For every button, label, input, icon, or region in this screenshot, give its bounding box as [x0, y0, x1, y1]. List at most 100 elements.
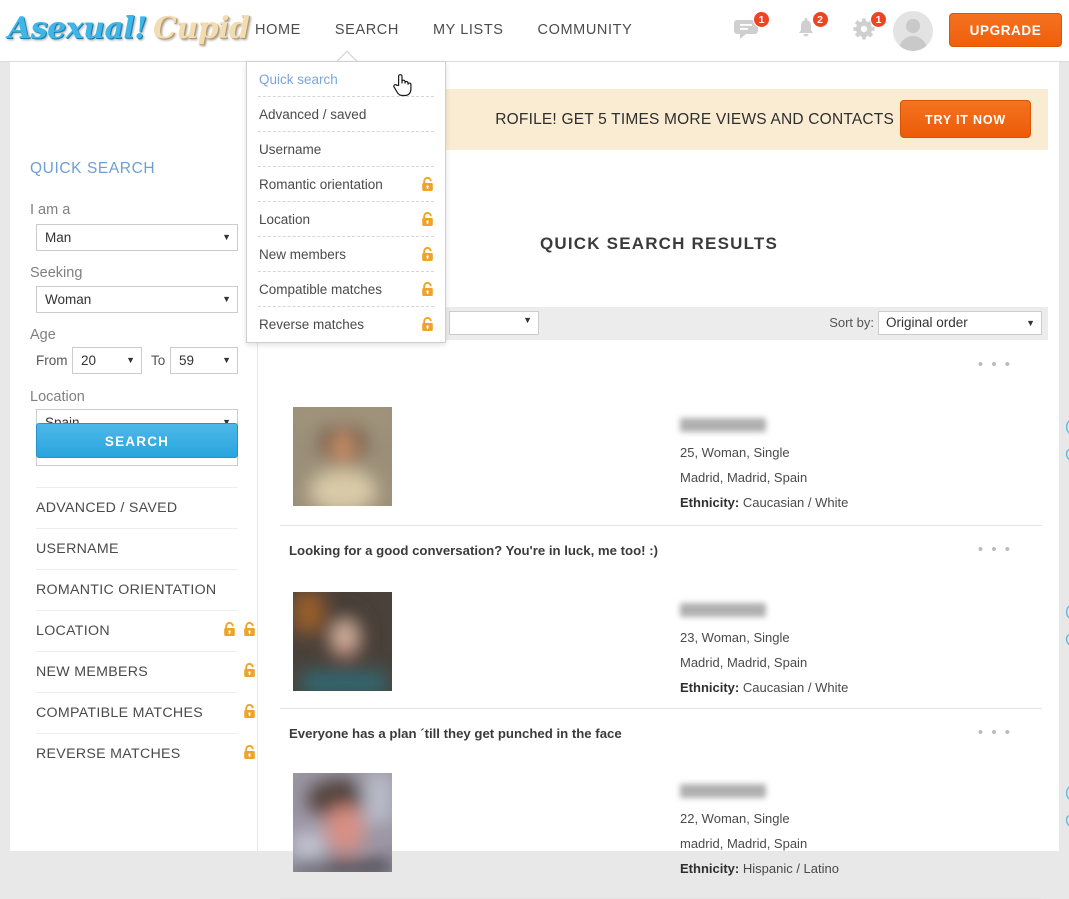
select-age-to[interactable]: 59 ▼	[170, 347, 238, 374]
result-ethnicity-label: Ethnicity:	[680, 680, 740, 695]
settings-gear-button[interactable]: 1	[851, 10, 887, 50]
dropdown-item-label: New members	[259, 247, 347, 262]
quick-search-sidebar: QUICK SEARCH I am a Man ▼ Seeking Woman …	[10, 62, 258, 851]
result-divider	[280, 525, 1042, 526]
result-photo[interactable]	[293, 773, 392, 872]
nav-item-home[interactable]: HOME	[238, 0, 318, 61]
result-photo[interactable]	[293, 407, 392, 506]
label-age-from: From	[36, 353, 68, 368]
nav-item-search[interactable]: SEARCH	[318, 0, 416, 61]
dropdown-item-label: Compatible matches	[259, 282, 383, 297]
avatar-head-shape	[906, 19, 920, 33]
sidebar-item-lock-group	[240, 663, 256, 704]
result-divider	[280, 708, 1042, 709]
wink-smiley-icon	[1065, 786, 1069, 800]
try-it-now-button[interactable]: TRY IT NOW	[900, 100, 1031, 138]
result-username-blurred[interactable]	[680, 418, 766, 432]
result-photo[interactable]	[293, 592, 392, 691]
result-location: Madrid, Madrid, Spain	[680, 470, 808, 485]
result-username-blurred[interactable]	[680, 784, 766, 798]
lock-icon	[422, 247, 433, 261]
result-ethnicity-value: Caucasian / White	[742, 495, 849, 510]
sidebar-item-compatible-matches[interactable]: COMPATIBLE MATCHES	[36, 692, 255, 733]
lock-icon	[244, 745, 255, 759]
result-info: 23, Woman, Single	[680, 630, 790, 645]
notifications-badge: 2	[811, 11, 829, 28]
avatar-body-shape	[899, 36, 927, 51]
dropdown-item-location[interactable]: Location	[258, 202, 434, 237]
result-location: Madrid, Madrid, Spain	[680, 655, 808, 670]
sidebar-item-lock-group	[240, 745, 256, 786]
messages-icon-button[interactable]: 1	[734, 10, 771, 50]
select-seeking[interactable]: Woman ▼	[36, 286, 238, 313]
dropdown-item-compatible-matches[interactable]: Compatible matches	[258, 272, 434, 307]
page-gutter-left	[0, 62, 10, 851]
sidebar-item-label: ROMANTIC ORIENTATION	[36, 582, 217, 598]
sidebar-item-label: REVERSE MATCHES	[36, 746, 181, 762]
lock-icon	[244, 704, 255, 718]
result-ethnicity-label: Ethnicity:	[680, 861, 740, 876]
sidebar-item-reverse-matches[interactable]: REVERSE MATCHES	[36, 733, 255, 774]
sidebar-item-label: ADVANCED / SAVED	[36, 500, 178, 516]
lock-icon	[244, 622, 255, 636]
lock-icon	[422, 282, 433, 296]
nav-item-my-lists[interactable]: MY LISTS	[416, 0, 521, 61]
sort-by-select[interactable]: Original order ▼	[878, 311, 1042, 335]
sidebar-item-label: COMPATIBLE MATCHES	[36, 705, 203, 721]
chevron-down-icon: ▼	[222, 232, 231, 242]
result-ethnicity: Ethnicity: Hispanic / Latino	[680, 861, 839, 876]
sidebar-item-label: LOCATION	[36, 623, 110, 639]
chevron-down-icon: ▼	[523, 315, 532, 325]
select-seeking-value: Woman	[45, 292, 92, 307]
sidebar-menu: ADVANCED / SAVED USERNAME ROMANTIC ORIEN…	[36, 487, 255, 774]
sidebar-item-label: NEW MEMBERS	[36, 664, 149, 680]
dropdown-item-reverse-matches[interactable]: Reverse matches	[258, 307, 434, 342]
wink-smiley-icon	[1065, 420, 1069, 434]
dropdown-item-advanced-saved[interactable]: Advanced / saved	[258, 97, 434, 132]
result-headline: Looking for a good conversation? You're …	[289, 543, 658, 558]
sidebar-item-new-members[interactable]: NEW MEMBERS	[36, 651, 255, 692]
result-more-options-button[interactable]: • • •	[978, 725, 1012, 740]
dropdown-item-label: Location	[259, 212, 311, 227]
filter-select[interactable]: ▼	[449, 311, 539, 335]
sidebar-item-location[interactable]: LOCATION	[36, 610, 255, 651]
result-info: 22, Woman, Single	[680, 811, 790, 826]
sidebar-item-advanced-saved[interactable]: ADVANCED / SAVED	[36, 487, 238, 528]
main-navigation: HOME SEARCH MY LISTS COMMUNITY	[238, 0, 649, 61]
select-age-from-value: 20	[81, 353, 97, 368]
notifications-bell-button[interactable]: 2	[793, 10, 829, 50]
result-more-options-button[interactable]: • • •	[978, 542, 1012, 557]
dropdown-item-new-members[interactable]: New members	[258, 237, 434, 272]
site-logo[interactable]: Asexual! Cupid	[8, 8, 250, 50]
result-more-options-button[interactable]: • • •	[978, 357, 1012, 372]
dropdown-item-username[interactable]: Username	[258, 132, 434, 167]
result-ethnicity-value: Hispanic / Latino	[742, 861, 839, 876]
blurred-profile-photo	[293, 407, 392, 506]
select-age-to-value: 59	[179, 353, 195, 368]
result-info: 25, Woman, Single	[680, 445, 790, 460]
lock-icon	[422, 317, 433, 331]
blurred-profile-photo	[293, 773, 392, 872]
search-dropdown-menu: Quick search Advanced / saved Username R…	[246, 61, 446, 343]
label-location: Location	[30, 389, 85, 405]
dropdown-item-romantic-orientation[interactable]: Romantic orientation	[258, 167, 434, 202]
user-avatar[interactable]	[893, 11, 933, 51]
chevron-down-icon: ▼	[1026, 318, 1035, 328]
pointer-hand-cursor	[393, 74, 412, 97]
search-button[interactable]: SEARCH	[36, 423, 238, 458]
result-headline: Everyone has a plan ´till they get punch…	[289, 726, 622, 741]
header-icon-group: 1 2 1	[714, 10, 887, 52]
select-i-am-a-value: Man	[45, 230, 72, 245]
label-seeking: Seeking	[30, 265, 83, 281]
sidebar-item-romantic-orientation[interactable]: ROMANTIC ORIENTATION	[36, 569, 238, 610]
upgrade-button[interactable]: UPGRADE	[949, 13, 1062, 47]
label-i-am-a: I am a	[30, 202, 71, 218]
select-i-am-a[interactable]: Man ▼	[36, 224, 238, 251]
sidebar-item-username[interactable]: USERNAME	[36, 528, 238, 569]
sidebar-title: QUICK SEARCH	[30, 160, 156, 177]
select-age-from[interactable]: 20 ▼	[72, 347, 142, 374]
heart-icon	[1065, 633, 1069, 646]
result-username-blurred[interactable]	[680, 603, 766, 617]
heart-icon	[1065, 814, 1069, 827]
nav-item-community[interactable]: COMMUNITY	[521, 0, 650, 61]
